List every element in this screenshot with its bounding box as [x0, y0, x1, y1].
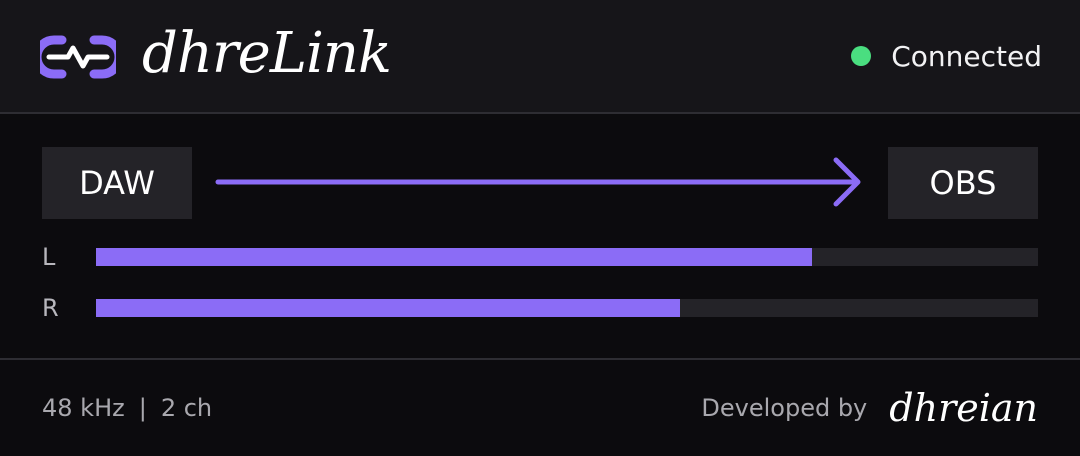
developer-name[interactable]: dhreian [889, 386, 1038, 430]
arrow-right-icon [215, 157, 861, 207]
channel-count: 2 ch [160, 394, 213, 422]
target-node[interactable]: OBS [888, 147, 1038, 219]
footer: 48 kHz | 2 ch Developed by dhreian [0, 360, 1080, 456]
meter-left [96, 248, 1038, 266]
meter-fill-left [96, 248, 812, 266]
credit-label: Developed by [701, 394, 868, 422]
meter-fill-right [96, 299, 681, 317]
status-dot-icon [851, 46, 872, 66]
sample-rate: 48 kHz [42, 394, 125, 422]
developer-credit: Developed by dhreian [701, 378, 1038, 438]
meter-right [96, 299, 1038, 317]
meter-label-right: R [42, 294, 59, 322]
app-title: dhreLink [142, 21, 392, 86]
header: dhreLink Connected [0, 0, 1080, 114]
routing-panel: DAW OBS L R [0, 114, 1080, 360]
status-text: Connected [891, 39, 1042, 73]
connection-status: Connected [851, 36, 1042, 76]
format-separator: | [138, 394, 147, 422]
link-pulse-icon [40, 35, 116, 79]
source-node[interactable]: DAW [42, 147, 192, 219]
app-window: dhreLink Connected DAW OBS L R 48 kHz | 2 … [0, 0, 1080, 456]
meter-label-left: L [42, 243, 56, 271]
format-info: 48 kHz | 2 ch [42, 392, 212, 424]
